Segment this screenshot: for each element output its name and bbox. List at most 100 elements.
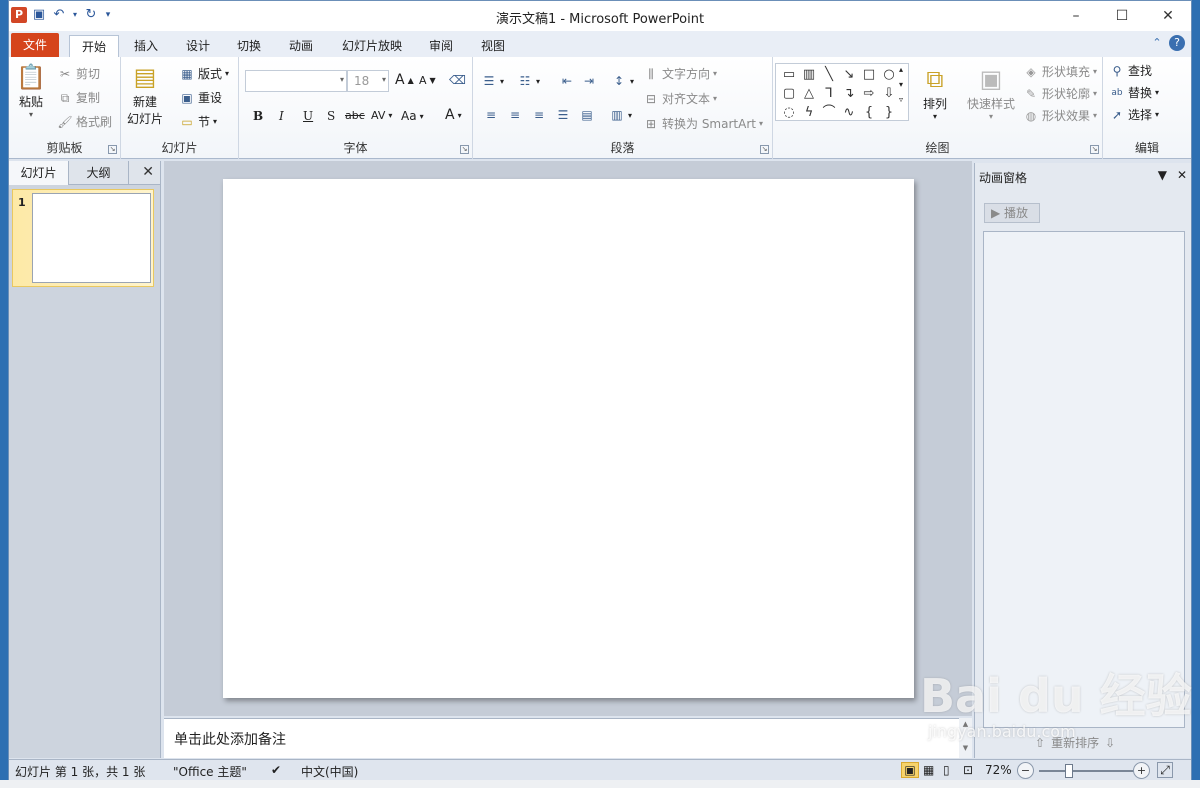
reading-view-icon[interactable]: ▯: [943, 763, 950, 777]
lightning-shape-icon[interactable]: ϟ: [799, 103, 819, 122]
tab-home[interactable]: 开始: [69, 35, 120, 57]
new-slide-button[interactable]: ▤ 新建 幻灯片: [127, 61, 163, 127]
shapes-gallery-scroll[interactable]: ▴ ▾ ▿: [899, 65, 903, 104]
elbow-arrow-shape-icon[interactable]: ↴: [839, 84, 859, 103]
right-arrow-shape-icon[interactable]: ⇨: [859, 84, 879, 103]
align-text-button[interactable]: ⊟ 对齐文本 ▾: [643, 90, 717, 107]
close-panel-icon[interactable]: ✕: [142, 164, 154, 180]
bold-button[interactable]: B: [253, 109, 263, 123]
fit-to-window-icon[interactable]: ⤢: [1157, 762, 1173, 778]
select-button[interactable]: ➚ 选择 ▾: [1109, 106, 1159, 123]
distributed-button[interactable]: ▤: [579, 107, 595, 123]
slide-sorter-icon[interactable]: ▦: [923, 763, 934, 777]
copy-button[interactable]: ⧉ 复制: [57, 89, 100, 106]
maximize-button[interactable]: ☐: [1099, 1, 1145, 31]
strikethrough-button[interactable]: abc: [345, 109, 365, 122]
zoom-in-button[interactable]: +: [1133, 762, 1150, 779]
slide-thumbnail-selected[interactable]: 1: [12, 189, 154, 287]
arrange-button[interactable]: ⧉ 排列 ▾: [919, 63, 951, 121]
italic-button[interactable]: I: [279, 109, 284, 123]
section-button[interactable]: ▭ 节 ▾: [179, 113, 217, 130]
tab-review[interactable]: 审阅: [417, 35, 465, 57]
text-shadow-button[interactable]: S: [327, 109, 335, 123]
notes-pane[interactable]: 单击此处添加备注: [164, 718, 959, 758]
animation-list[interactable]: [983, 231, 1185, 728]
tab-view[interactable]: 视图: [469, 35, 517, 57]
tab-animations[interactable]: 动画: [277, 35, 325, 57]
minimize-ribbon-icon[interactable]: ⌃: [1149, 35, 1165, 51]
font-name-combo[interactable]: ▾: [245, 70, 347, 92]
shapes-gallery[interactable]: ▭ ▥ ╲ ↘ □ ○ ▢ △ ⅂ ↴ ⇨ ⇩ ◌ ϟ ⌒ ∿ { }: [775, 63, 909, 121]
zoom-out-button[interactable]: −: [1017, 762, 1034, 779]
left-brace-shape-icon[interactable]: {: [859, 103, 879, 122]
slide-canvas[interactable]: [223, 179, 914, 698]
elbow-connector-shape-icon[interactable]: ⅂: [819, 84, 839, 103]
character-spacing-button[interactable]: AV ▾: [371, 109, 392, 122]
line-shape-icon[interactable]: ╲: [819, 65, 839, 84]
underline-button[interactable]: U: [303, 109, 313, 123]
tab-outline[interactable]: 大纲: [69, 161, 129, 185]
pane-options-icon[interactable]: ▼: [1158, 168, 1167, 182]
rounded-rectangle-shape-icon[interactable]: ▢: [779, 84, 799, 103]
normal-view-icon[interactable]: ▣: [901, 762, 919, 778]
font-size-combo[interactable]: 18 ▾: [347, 70, 389, 92]
shrink-font-button[interactable]: A ▼: [419, 74, 436, 87]
grow-font-button[interactable]: A ▲: [395, 72, 414, 88]
bullets-button[interactable]: ☰ ▾: [481, 73, 504, 89]
tab-slideshow[interactable]: 幻灯片放映: [330, 35, 414, 57]
gallery-up-icon[interactable]: ▴: [899, 65, 903, 74]
vertical-textbox-shape-icon[interactable]: ▥: [799, 65, 819, 84]
quick-styles-button[interactable]: ▣ 快速样式 ▾: [967, 63, 1015, 121]
font-color-button[interactable]: A ▾: [445, 107, 462, 123]
textbox-shape-icon[interactable]: ▭: [779, 65, 799, 84]
reset-button[interactable]: ▣ 重设: [179, 89, 222, 106]
columns-button[interactable]: ▥ ▾: [609, 107, 632, 123]
change-case-button[interactable]: Aa ▾: [401, 109, 424, 123]
align-left-button[interactable]: ≡: [483, 107, 499, 123]
align-right-button[interactable]: ≡: [531, 107, 547, 123]
scroll-down-icon[interactable]: ▼: [959, 744, 972, 752]
move-down-icon[interactable]: ⇩: [1105, 736, 1115, 750]
down-arrow-shape-icon[interactable]: ⇩: [879, 84, 899, 103]
tab-design[interactable]: 设计: [174, 35, 222, 57]
arrow-line-shape-icon[interactable]: ↘: [839, 65, 859, 84]
tab-transitions[interactable]: 切换: [225, 35, 273, 57]
format-painter-button[interactable]: 🖌 格式刷: [57, 113, 112, 130]
right-brace-shape-icon[interactable]: }: [879, 103, 899, 122]
zoom-slider-thumb[interactable]: [1065, 764, 1073, 778]
theme-status[interactable]: "Office 主题": [173, 763, 247, 780]
decrease-indent-button[interactable]: ⇤: [559, 73, 575, 89]
find-button[interactable]: ⚲ 查找: [1109, 62, 1152, 79]
text-direction-button[interactable]: ⫼ 文字方向 ▾: [643, 65, 717, 82]
callout-shape-icon[interactable]: ◌: [779, 103, 799, 122]
paste-button[interactable]: 📋 粘贴 ▾: [15, 61, 47, 119]
numbering-button[interactable]: ☷ ▾: [517, 73, 540, 89]
clear-formatting-button[interactable]: ⌫: [449, 72, 466, 88]
close-animation-pane-icon[interactable]: ✕: [1177, 168, 1187, 182]
language-status[interactable]: 中文(中国): [301, 763, 358, 780]
cut-button[interactable]: ✂ 剪切: [57, 65, 100, 82]
close-button[interactable]: ✕: [1145, 1, 1191, 31]
line-spacing-button[interactable]: ↕ ▾: [611, 73, 634, 89]
tab-insert[interactable]: 插入: [122, 35, 170, 57]
tab-slides-thumbnails[interactable]: 幻灯片: [9, 161, 69, 185]
play-button[interactable]: ▶ 播放: [984, 203, 1040, 223]
layout-button[interactable]: ▦ 版式 ▾: [179, 65, 229, 82]
tab-file[interactable]: 文件: [11, 33, 60, 57]
shape-outline-button[interactable]: ✎ 形状轮廓 ▾: [1023, 85, 1097, 102]
help-icon[interactable]: ?: [1169, 35, 1185, 51]
replace-button[interactable]: ab 替换 ▾: [1109, 84, 1159, 101]
increase-indent-button[interactable]: ⇥: [581, 73, 597, 89]
minimize-button[interactable]: –: [1053, 1, 1099, 31]
convert-smartart-button[interactable]: ⊞ 转换为 SmartArt ▾: [643, 115, 763, 132]
rectangle-shape-icon[interactable]: □: [859, 65, 879, 84]
oval-shape-icon[interactable]: ○: [879, 65, 899, 84]
curve-shape-icon[interactable]: ∿: [839, 103, 859, 122]
drawing-launcher-icon[interactable]: ↘: [1090, 145, 1099, 154]
gallery-down-icon[interactable]: ▾: [899, 80, 903, 89]
clipboard-launcher-icon[interactable]: ↘: [108, 145, 117, 154]
slide-thumbnail[interactable]: [32, 193, 151, 283]
arc-shape-icon[interactable]: ⌒: [819, 103, 839, 122]
triangle-shape-icon[interactable]: △: [799, 84, 819, 103]
font-launcher-icon[interactable]: ↘: [460, 145, 469, 154]
